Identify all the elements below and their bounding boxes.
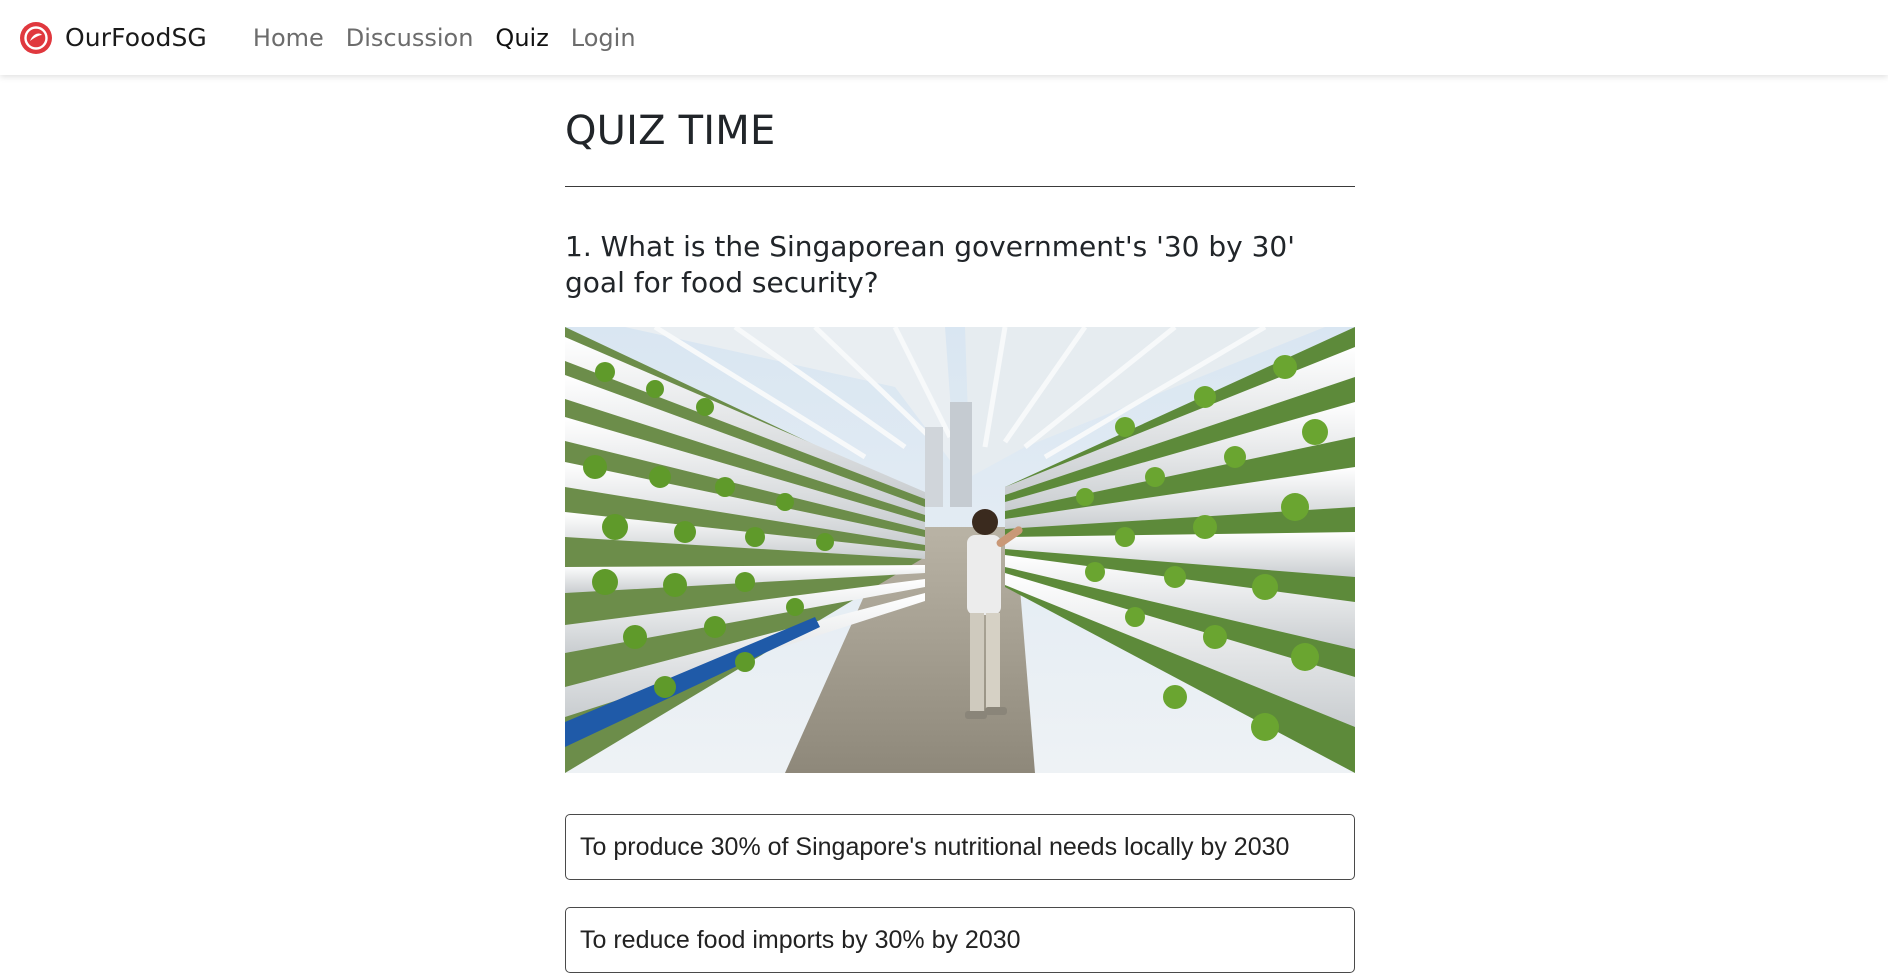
- answer-option-1[interactable]: To produce 30% of Singapore's nutritiona…: [565, 814, 1355, 880]
- brand-link[interactable]: OurFoodSG: [19, 21, 207, 55]
- nav-quiz[interactable]: Quiz: [495, 24, 548, 52]
- main-nav: Home Discussion Quiz Login: [253, 24, 658, 52]
- brand-name: OurFoodSG: [65, 23, 207, 52]
- question-text: 1. What is the Singaporean government's …: [565, 230, 1295, 299]
- vertical-farm-photo: [565, 327, 1355, 773]
- nav-discussion[interactable]: Discussion: [346, 24, 474, 52]
- answer-option-2[interactable]: To reduce food imports by 30% by 2030: [565, 907, 1355, 973]
- nav-home[interactable]: Home: [253, 24, 324, 52]
- page-title: QUIZ TIME: [565, 108, 776, 154]
- top-navbar: OurFoodSG Home Discussion Quiz Login: [0, 0, 1888, 75]
- quiz-container: QUIZ TIME 1. What is the Singaporean gov…: [565, 75, 1355, 973]
- ourfoodsg-logo-icon: [19, 21, 53, 55]
- nav-login[interactable]: Login: [571, 24, 636, 52]
- title-divider: [565, 186, 1355, 187]
